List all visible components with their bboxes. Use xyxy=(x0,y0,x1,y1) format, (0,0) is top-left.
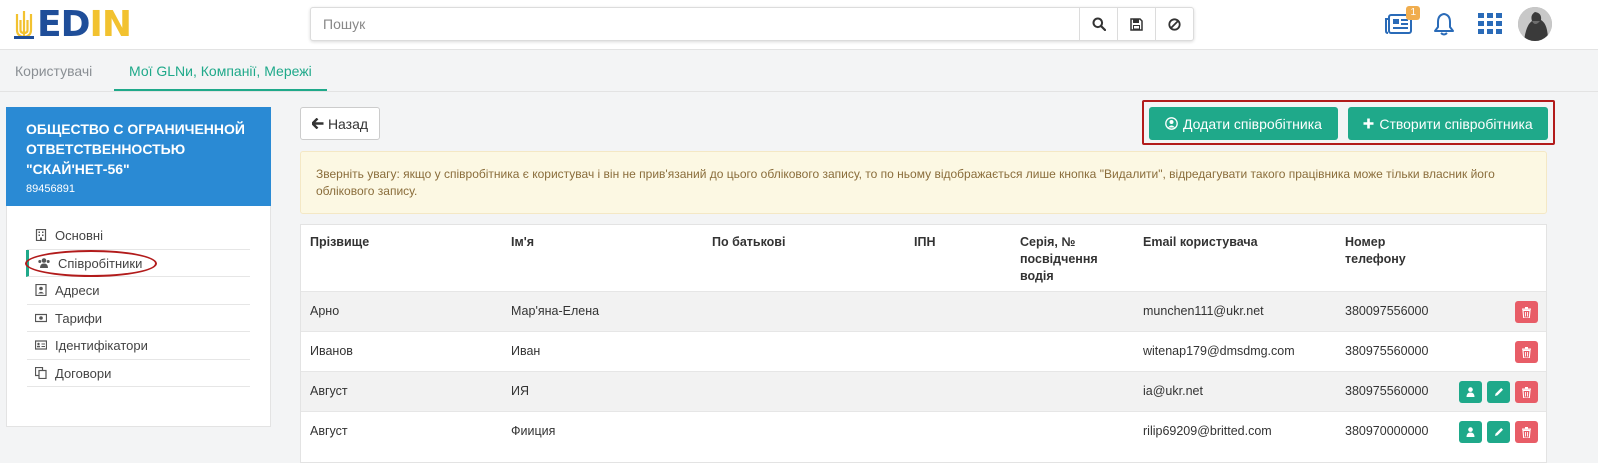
trash-icon xyxy=(1522,426,1531,438)
search-input[interactable] xyxy=(311,8,1079,40)
cell-phone: 380975560000 xyxy=(1345,344,1429,358)
tab-my-glns[interactable]: Мої GLNи, Компанії, Мережі xyxy=(114,51,327,91)
col-header-ipn: ІПН xyxy=(914,235,936,249)
edit-button[interactable] xyxy=(1487,421,1510,443)
create-employee-label: Створити співробітника xyxy=(1379,115,1533,132)
top-header: EDIN 1 xyxy=(0,0,1598,50)
cell-last-name: Иванов xyxy=(310,344,353,358)
trash-icon xyxy=(1522,386,1531,398)
cell-last-name: Август xyxy=(310,384,348,398)
company-name: ОБЩЕСТВО С ОГРАНИЧЕННОЙ ОТВЕТСТВЕННОСТЬЮ… xyxy=(26,121,245,177)
cell-email: ia@ukr.net xyxy=(1143,384,1203,398)
tryzub-icon xyxy=(14,11,34,39)
delete-button[interactable] xyxy=(1515,421,1538,443)
add-employee-button[interactable]: Додати співробітника xyxy=(1149,107,1338,140)
sidebar-item-addresses[interactable]: Адреси xyxy=(27,277,250,305)
save-icon xyxy=(1130,17,1143,31)
ban-icon xyxy=(1168,17,1181,31)
delete-button[interactable] xyxy=(1515,341,1538,363)
main-tabs: Користувачі Мої GLNи, Компанії, Мережі xyxy=(0,51,1598,92)
id-card-icon xyxy=(35,340,47,350)
apps-grid-icon xyxy=(1478,13,1502,34)
sidebar-item-identifiers[interactable]: Ідентифікатори xyxy=(27,332,250,360)
cell-phone: 380970000000 xyxy=(1345,424,1429,438)
cell-phone: 380097556000 xyxy=(1345,304,1429,318)
user-avatar[interactable] xyxy=(1518,7,1552,41)
user-icon xyxy=(1466,387,1475,397)
sidebar-item-label: Основні xyxy=(55,228,103,243)
col-header-last-name: Прізвище xyxy=(310,235,370,249)
search-bar xyxy=(310,7,1194,41)
clear-search-button[interactable] xyxy=(1155,8,1193,40)
back-button-label: Назад xyxy=(327,115,369,132)
table-row: Август Фииция rilip69209@britted.com 380… xyxy=(301,411,1546,451)
col-header-middle-name: По батькові xyxy=(712,235,786,249)
sidebar-item-tariffs[interactable]: Тарифи xyxy=(27,305,250,332)
delete-button[interactable] xyxy=(1515,381,1538,403)
money-icon xyxy=(35,313,47,322)
sidebar-item-label: Договори xyxy=(55,365,112,381)
pencil-icon xyxy=(1494,428,1503,436)
address-card-icon xyxy=(35,284,47,296)
sidebar-item-label: Тарифи xyxy=(55,310,103,326)
warning-notice: Зверніть увагу: якщо у співробітника є к… xyxy=(300,151,1547,214)
sidebar-item-label: Адреси xyxy=(55,283,100,298)
col-header-license: Серія, № посвідчення водія xyxy=(1020,235,1098,283)
user-icon xyxy=(1466,427,1475,437)
table-row: Арно Мар'яна-Елена munchen111@ukr.net 38… xyxy=(301,291,1546,331)
create-employee-button[interactable]: Створити співробітника xyxy=(1348,107,1548,140)
trash-icon xyxy=(1522,346,1531,358)
logo-text: EDIN xyxy=(37,4,132,45)
cell-first-name: ИЯ xyxy=(511,384,530,398)
cell-email: rilip69209@britted.com xyxy=(1143,424,1272,438)
table-row: Август ИЯ ia@ukr.net 380975560000 xyxy=(301,371,1546,411)
col-header-first-name: Ім'я xyxy=(511,235,534,249)
trash-icon xyxy=(1522,306,1531,318)
sidebar-item-contracts[interactable]: Договори xyxy=(27,360,250,387)
cell-email: munchen111@ukr.net xyxy=(1143,304,1264,318)
cell-email: witenap179@dmsdmg.com xyxy=(1143,344,1295,358)
user-circle-icon xyxy=(1165,117,1178,130)
cell-first-name: Мар'яна-Елена xyxy=(511,304,600,318)
cell-first-name: Фииция xyxy=(511,424,556,438)
building-icon xyxy=(35,229,47,241)
highlight-ellipse xyxy=(25,250,157,277)
back-button[interactable]: Назад xyxy=(300,107,380,140)
user-account-button[interactable] xyxy=(1459,381,1482,403)
sidebar-item-main[interactable]: Основні xyxy=(27,222,250,250)
user-account-button[interactable] xyxy=(1459,421,1482,443)
delete-button[interactable] xyxy=(1515,301,1538,323)
company-code: 89456891 xyxy=(26,183,75,195)
col-header-phone: Номер телефону xyxy=(1345,235,1406,266)
notifications-badge: 1 xyxy=(1406,6,1420,20)
search-button[interactable] xyxy=(1079,8,1117,40)
avatar-image xyxy=(1518,7,1552,41)
pencil-icon xyxy=(1494,388,1503,396)
search-icon xyxy=(1092,17,1106,31)
sidebar-menu: Основні Співробітники Адреси Тарифи Іден… xyxy=(6,206,271,427)
apps-menu-button[interactable] xyxy=(1477,9,1503,39)
table-row: Иванов Иван witenap179@dmsdmg.com 380975… xyxy=(301,331,1546,371)
news-button[interactable]: 1 xyxy=(1384,6,1420,39)
tab-users[interactable]: Користувачі xyxy=(0,51,107,91)
bell-icon xyxy=(1434,13,1454,36)
sidebar-item-label: Ідентифікатори xyxy=(55,338,148,353)
save-search-button[interactable] xyxy=(1117,8,1155,40)
cell-last-name: Арно xyxy=(310,304,340,318)
employees-table: Прізвище Ім'я По батькові ІПН Серія, № п… xyxy=(300,224,1547,463)
copy-icon xyxy=(35,366,47,379)
plus-icon xyxy=(1363,118,1374,129)
company-card: ОБЩЕСТВО С ОГРАНИЧЕННОЙ ОТВЕТСТВЕННОСТЬЮ… xyxy=(6,107,271,206)
cell-last-name: Август xyxy=(310,424,348,438)
cell-first-name: Иван xyxy=(511,344,541,358)
cell-phone: 380975560000 xyxy=(1345,384,1429,398)
add-employee-label: Додати співробітника xyxy=(1183,115,1322,132)
edit-button[interactable] xyxy=(1487,381,1510,403)
edin-logo[interactable]: EDIN xyxy=(14,4,132,45)
col-header-email: Email користувача xyxy=(1143,235,1258,249)
notifications-button[interactable] xyxy=(1432,9,1456,39)
arrow-left-icon xyxy=(311,118,324,129)
